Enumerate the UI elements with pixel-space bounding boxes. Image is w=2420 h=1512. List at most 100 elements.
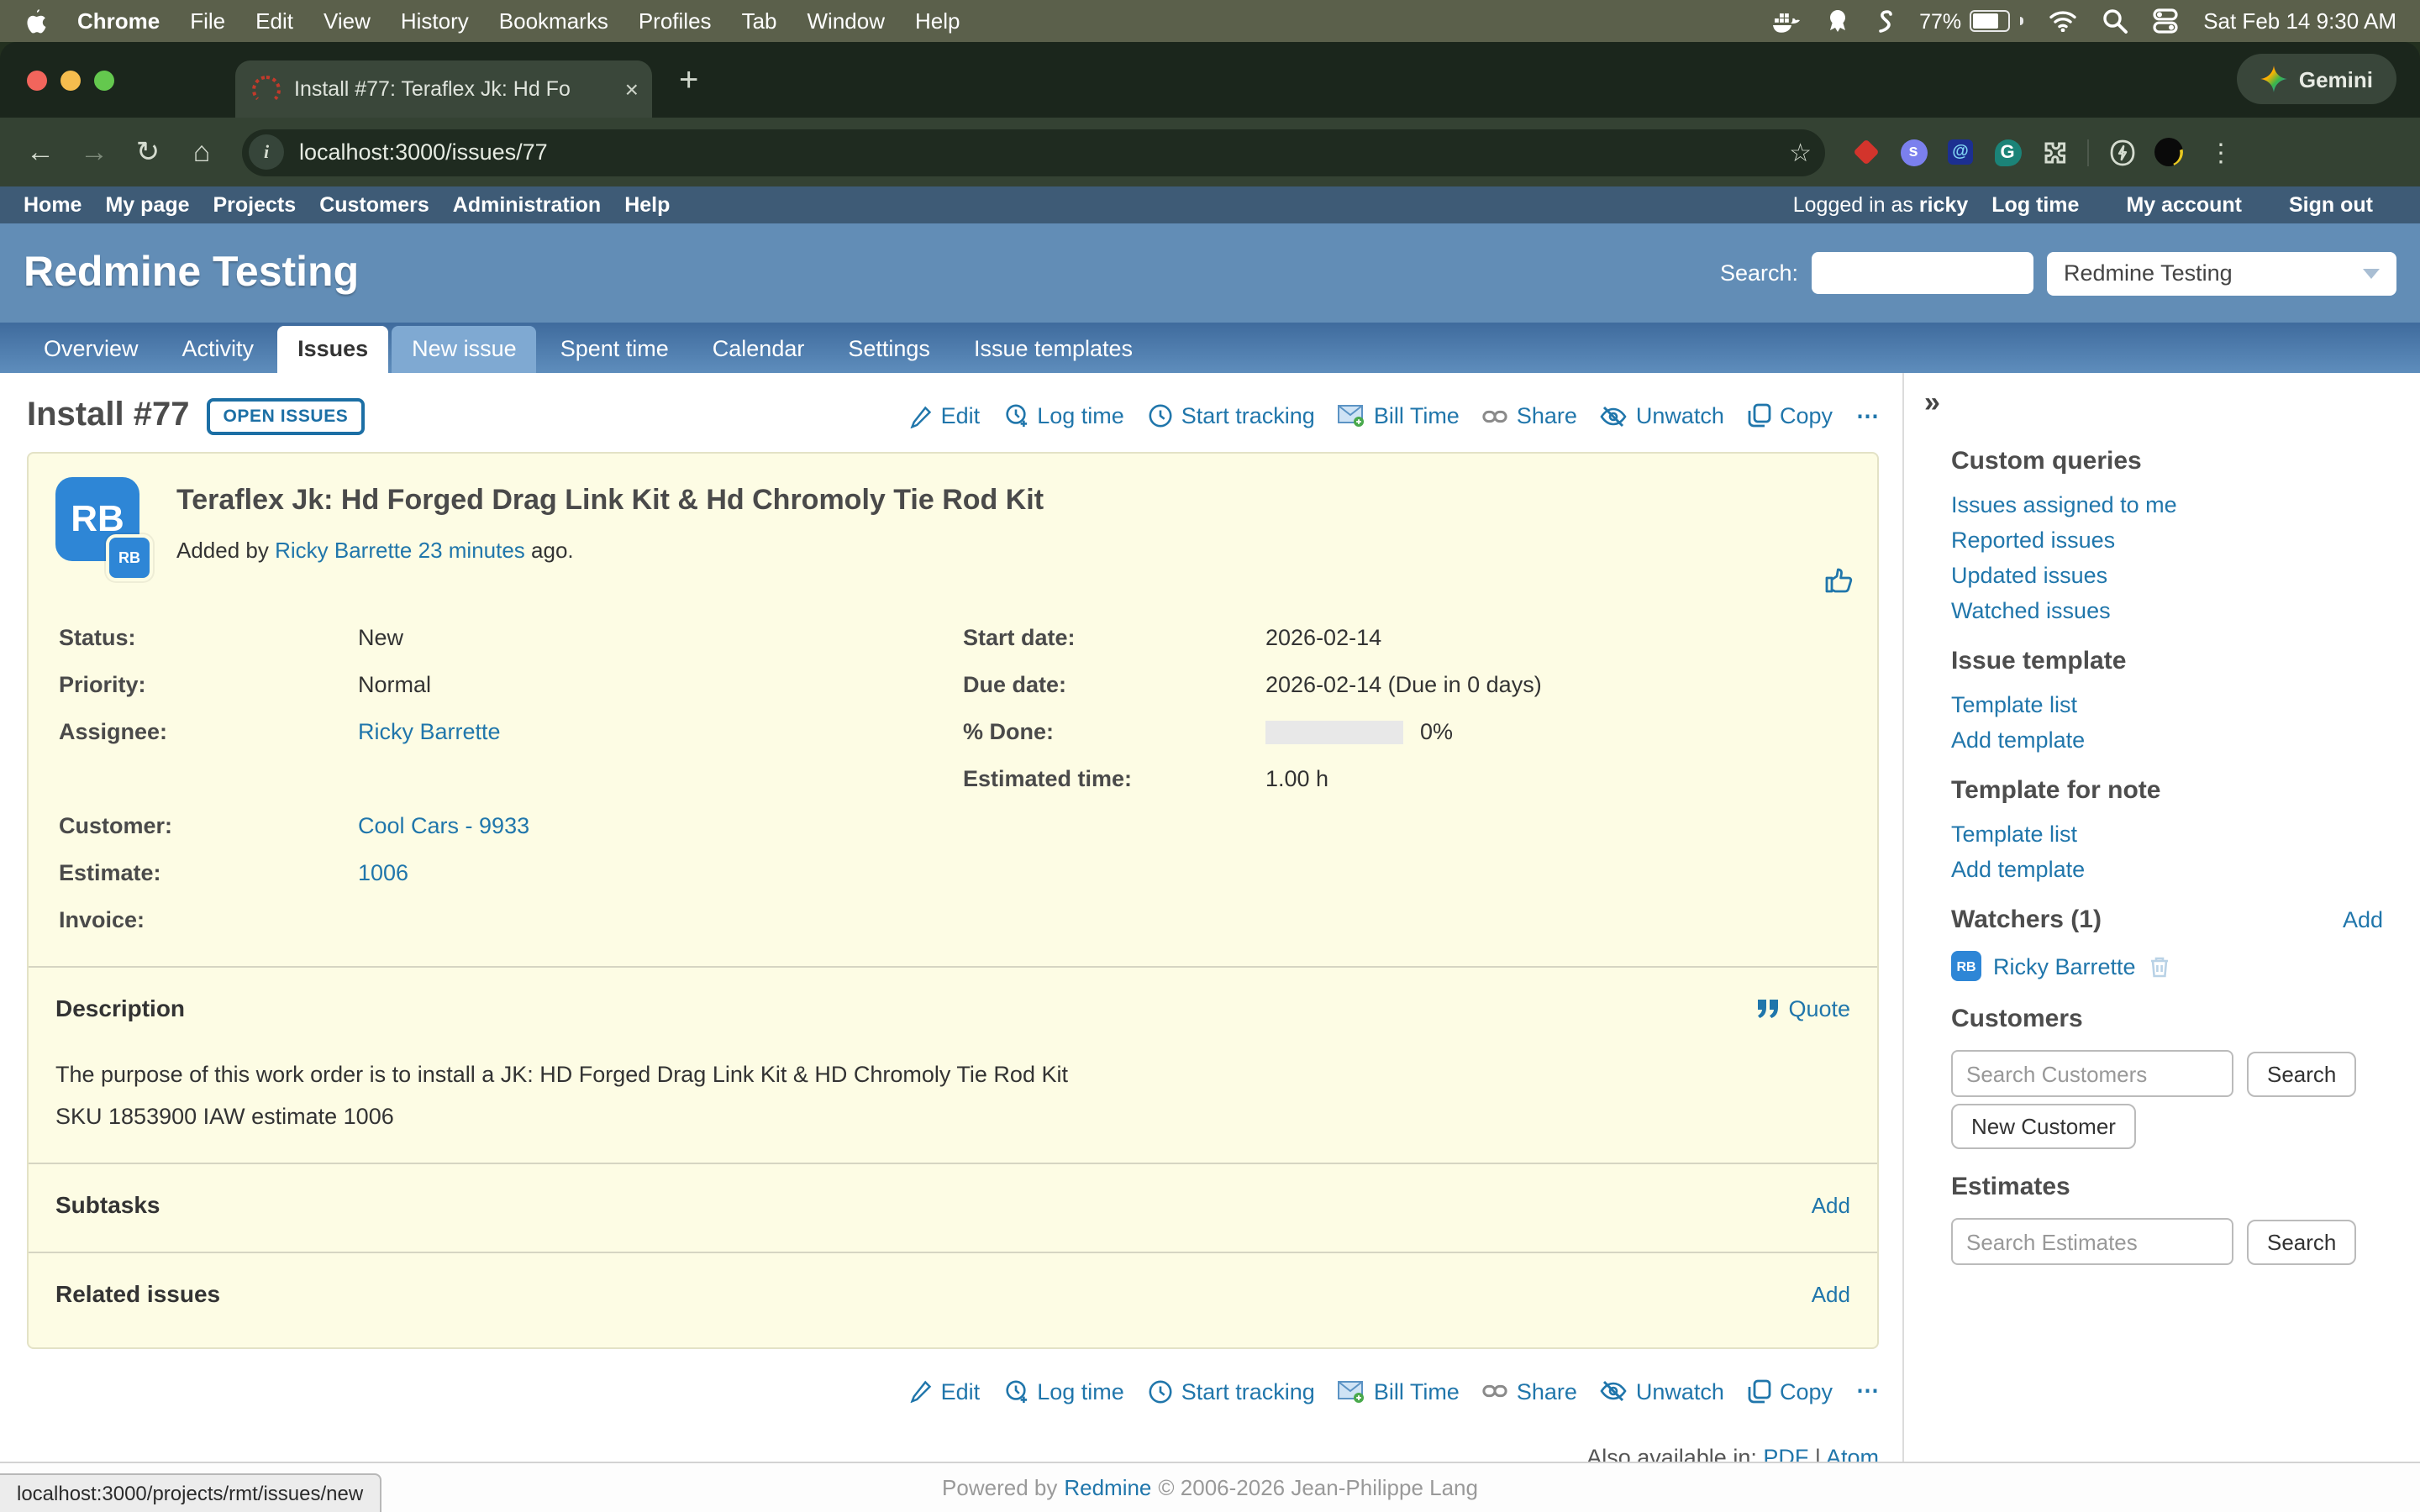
bookmark-star-icon[interactable]: ☆: [1789, 137, 1812, 167]
control-center-icon[interactable]: [2153, 8, 2178, 34]
tab-new-issue[interactable]: New issue: [392, 326, 537, 373]
bill-time-action[interactable]: Bill Time: [1339, 403, 1460, 428]
query-reported-issues[interactable]: Reported issues: [1951, 528, 2383, 553]
collapse-sidebar-icon[interactable]: »: [1924, 386, 1940, 420]
related-add-link[interactable]: Add: [1812, 1281, 1850, 1306]
search-customers-button[interactable]: Search: [2247, 1051, 2356, 1096]
nav-sign-out[interactable]: Sign out: [2289, 193, 2373, 217]
battery-saver-icon[interactable]: [2107, 138, 2136, 166]
log-time-action[interactable]: Log time: [1003, 403, 1124, 428]
customer-link[interactable]: Cool Cars - 9933: [358, 813, 529, 838]
menu-window[interactable]: Window: [808, 8, 886, 34]
tab-close-icon[interactable]: ×: [625, 76, 639, 102]
nav-projects[interactable]: Projects: [213, 193, 297, 217]
close-window-button[interactable]: [27, 70, 47, 90]
redmine-link[interactable]: Redmine: [1064, 1475, 1151, 1500]
extension-purple-icon[interactable]: s: [1899, 138, 1928, 166]
nav-log-time[interactable]: Log time: [1991, 193, 2079, 217]
start-tracking-action[interactable]: Start tracking: [1148, 1378, 1315, 1404]
more-actions-icon[interactable]: ⋯: [1856, 1378, 1879, 1404]
share-action[interactable]: Share: [1483, 1378, 1577, 1404]
spotlight-search-icon[interactable]: [2102, 8, 2128, 34]
menu-bookmarks[interactable]: Bookmarks: [499, 8, 608, 34]
nav-help[interactable]: Help: [624, 193, 670, 217]
back-button[interactable]: ←: [17, 129, 64, 176]
url-text[interactable]: localhost:3000/issues/77: [299, 139, 1789, 165]
template-list-link[interactable]: Template list: [1951, 692, 2383, 717]
chrome-menu-icon[interactable]: ⋮: [2208, 137, 2233, 167]
extension-lock-icon[interactable]: @: [1946, 138, 1975, 166]
thumbs-up-icon[interactable]: [1823, 564, 1854, 600]
home-button[interactable]: ⌂: [178, 129, 225, 176]
open-issues-badge[interactable]: OPEN ISSUES: [206, 397, 365, 434]
unwatch-action[interactable]: Unwatch: [1601, 1378, 1724, 1404]
author-link[interactable]: Ricky Barrette: [275, 538, 412, 563]
time-ago-link[interactable]: 23 minutes: [418, 538, 525, 563]
menu-view[interactable]: View: [324, 8, 371, 34]
edit-action[interactable]: Edit: [909, 1378, 981, 1404]
tab-calendar[interactable]: Calendar: [692, 326, 825, 373]
note-add-template-link[interactable]: Add template: [1951, 857, 2383, 882]
bill-time-action[interactable]: Bill Time: [1339, 1378, 1460, 1404]
delete-watcher-icon[interactable]: [2148, 953, 2171, 979]
new-customer-button[interactable]: New Customer: [1951, 1104, 2136, 1149]
forward-button[interactable]: →: [71, 129, 118, 176]
menu-file[interactable]: File: [190, 8, 225, 34]
menu-edit[interactable]: Edit: [255, 8, 293, 34]
share-action[interactable]: Share: [1483, 403, 1577, 428]
apple-icon[interactable]: [24, 8, 47, 34]
nav-my-page[interactable]: My page: [105, 193, 189, 217]
copy-action[interactable]: Copy: [1748, 403, 1833, 428]
query-watched-issues[interactable]: Watched issues: [1951, 598, 2383, 623]
add-template-link[interactable]: Add template: [1951, 727, 2383, 753]
search-customers-input[interactable]: [1951, 1050, 2233, 1097]
minimize-window-button[interactable]: [60, 70, 81, 90]
zoom-window-button[interactable]: [94, 70, 114, 90]
subtasks-add-link[interactable]: Add: [1812, 1192, 1850, 1217]
menu-app-name[interactable]: Chrome: [77, 8, 160, 34]
menu-history[interactable]: History: [401, 8, 469, 34]
reload-button[interactable]: ↻: [124, 129, 171, 176]
gemini-button[interactable]: Gemini: [2237, 54, 2396, 104]
tab-issues[interactable]: Issues: [277, 326, 388, 373]
site-info-icon[interactable]: i: [249, 134, 284, 170]
nav-administration[interactable]: Administration: [453, 193, 601, 217]
tab-spent-time[interactable]: Spent time: [540, 326, 689, 373]
copy-action[interactable]: Copy: [1748, 1378, 1833, 1404]
menu-clock[interactable]: Sat Feb 14 9:30 AM: [2203, 8, 2396, 34]
log-time-action[interactable]: Log time: [1003, 1378, 1124, 1404]
watcher-name-link[interactable]: Ricky Barrette: [1993, 953, 2136, 979]
extensions-puzzle-icon[interactable]: [2040, 138, 2069, 166]
query-updated-issues[interactable]: Updated issues: [1951, 563, 2383, 588]
extension-redmine-icon[interactable]: [1852, 138, 1881, 166]
quote-button[interactable]: Quote: [1758, 995, 1850, 1021]
search-estimates-input[interactable]: [1951, 1218, 2233, 1265]
extension-grammarly-icon[interactable]: G: [1993, 138, 2022, 166]
search-estimates-button[interactable]: Search: [2247, 1219, 2356, 1264]
browser-tab[interactable]: Install #77: Teraflex Jk: Hd Fo ×: [235, 60, 652, 118]
tab-settings[interactable]: Settings: [828, 326, 950, 373]
profile-avatar[interactable]: [2154, 138, 2183, 166]
start-tracking-action[interactable]: Start tracking: [1148, 403, 1315, 428]
menu-tab[interactable]: Tab: [742, 8, 777, 34]
project-jump-select[interactable]: Redmine Testing: [2047, 251, 2396, 295]
wifi-icon[interactable]: [2049, 10, 2077, 32]
tab-activity[interactable]: Activity: [162, 326, 275, 373]
address-bar[interactable]: i localhost:3000/issues/77 ☆: [242, 129, 1825, 176]
more-actions-icon[interactable]: ⋯: [1856, 402, 1879, 429]
note-template-list-link[interactable]: Template list: [1951, 822, 2383, 847]
new-tab-button[interactable]: +: [679, 63, 698, 97]
nav-customers[interactable]: Customers: [319, 193, 429, 217]
battery-indicator[interactable]: 77%: [1919, 9, 2023, 33]
estimate-link[interactable]: 1006: [358, 860, 408, 885]
assignee-link[interactable]: Ricky Barrette: [358, 719, 501, 744]
tab-overview[interactable]: Overview: [24, 326, 159, 373]
header-search-input[interactable]: [1812, 252, 2033, 294]
nav-my-account[interactable]: My account: [2126, 193, 2242, 217]
tab-issue-templates[interactable]: Issue templates: [954, 326, 1153, 373]
query-assigned-to-me[interactable]: Issues assigned to me: [1951, 492, 2383, 517]
add-watcher-link[interactable]: Add: [2343, 907, 2383, 932]
menu-help[interactable]: Help: [915, 8, 960, 34]
menu-profiles[interactable]: Profiles: [639, 8, 712, 34]
unwatch-action[interactable]: Unwatch: [1601, 403, 1724, 428]
